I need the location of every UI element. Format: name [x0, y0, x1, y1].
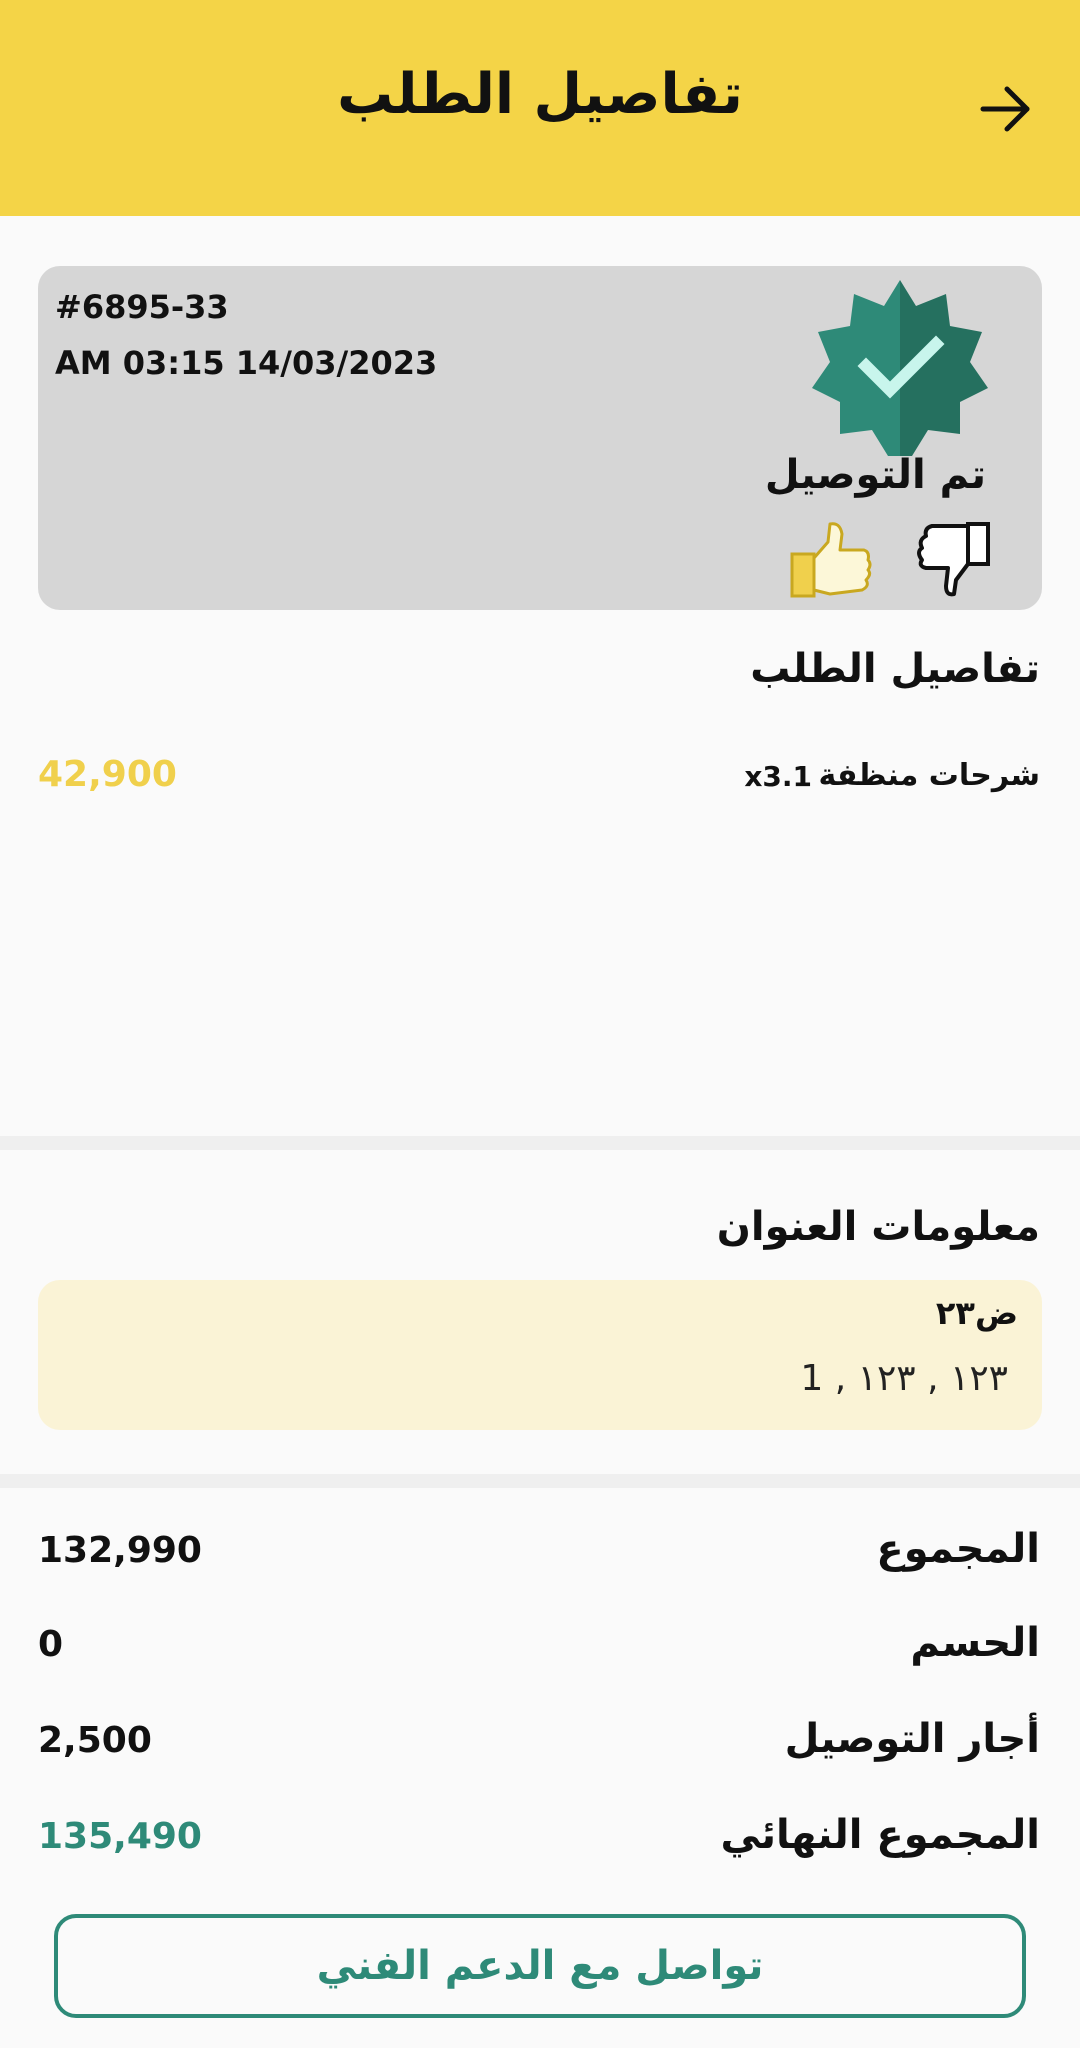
list-item: شرحات منظفة x3.1 42,900 — [38, 752, 1040, 802]
order-details-heading: تفاصيل الطلب — [750, 646, 1040, 692]
item-name: شرحات منظفة — [818, 758, 1040, 793]
arrow-right-icon — [980, 86, 1030, 132]
thumbs-up-icon[interactable] — [790, 520, 872, 598]
final-total-value: 135,490 — [38, 1816, 202, 1857]
final-total-label: المجموع النهائي — [720, 1812, 1041, 1858]
discount-row: الحسم 0 — [38, 1620, 1040, 1680]
subtotal-label: المجموع — [876, 1526, 1040, 1572]
delivery-status-label: تم التوصيل — [764, 452, 986, 498]
order-id: #6895-33 — [55, 288, 229, 326]
section-divider — [0, 1136, 1080, 1150]
back-button[interactable] — [974, 78, 1036, 140]
thumbs-down-icon[interactable] — [912, 522, 992, 598]
delivery-fee-row: أجار التوصيل 2,500 — [38, 1716, 1040, 1776]
address-info-heading: معلومات العنوان — [716, 1204, 1040, 1250]
page-title: تفاصيل الطلب — [337, 62, 743, 127]
subtotal-row: المجموع 132,990 — [38, 1526, 1040, 1586]
final-total-row: المجموع النهائي 135,490 — [38, 1812, 1040, 1872]
contact-support-label: تواصل مع الدعم الفني — [316, 1943, 764, 1989]
section-divider — [0, 1474, 1080, 1488]
verified-check-badge-icon — [812, 280, 988, 456]
discount-value: 0 — [38, 1624, 64, 1665]
address-name: ض٢٣ — [935, 1294, 1018, 1332]
address-card[interactable]: ض٢٣ ١٢٣ , ١٢٣ , 1 — [38, 1280, 1042, 1430]
discount-label: الحسم — [910, 1620, 1040, 1666]
app-header: تفاصيل الطلب — [0, 0, 1080, 216]
delivery-fee-value: 2,500 — [38, 1720, 152, 1761]
item-price: 42,900 — [38, 754, 177, 795]
address-line: ١٢٣ , ١٢٣ , 1 — [800, 1358, 1008, 1399]
item-quantity: x3.1 — [744, 760, 812, 793]
order-datetime: AM 03:15 14/03/2023 — [55, 344, 438, 382]
delivery-fee-label: أجار التوصيل — [784, 1716, 1040, 1762]
contact-support-button[interactable]: تواصل مع الدعم الفني — [54, 1914, 1026, 2018]
order-details-screen: تفاصيل الطلب #6895-33 AM 03:15 14/03/202… — [0, 0, 1080, 2048]
subtotal-value: 132,990 — [38, 1530, 202, 1571]
